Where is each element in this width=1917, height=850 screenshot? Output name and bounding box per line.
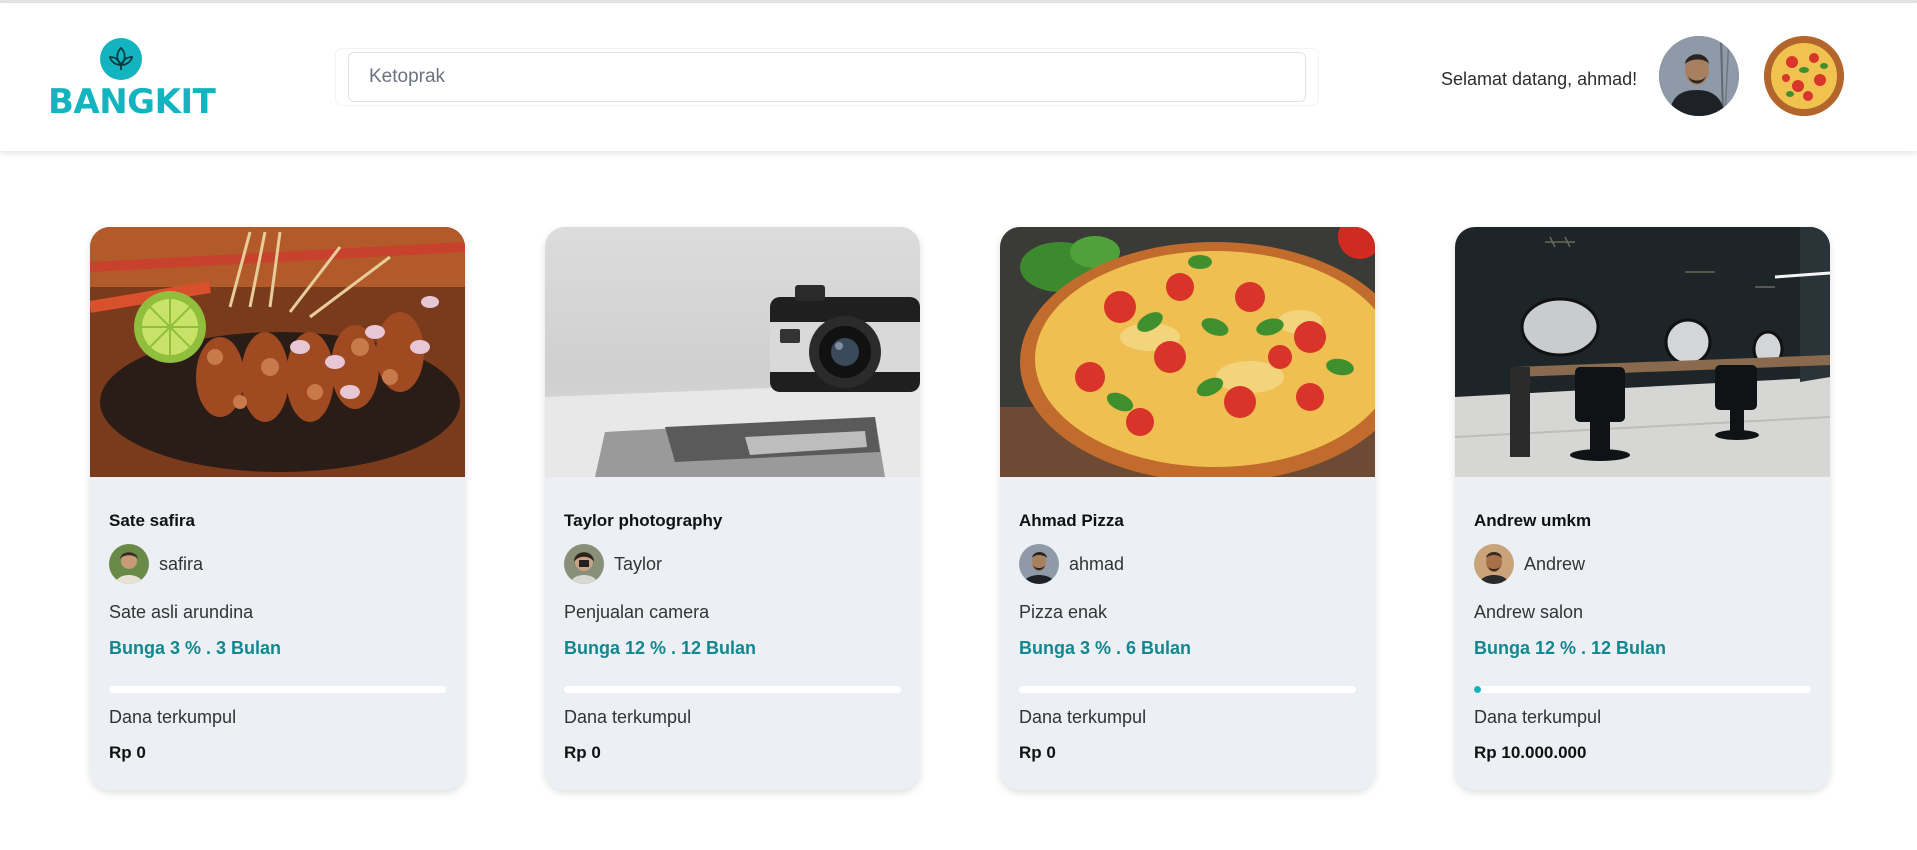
welcome-message: Selamat datang, ahmad! (1441, 69, 1638, 89)
search-bar (336, 49, 1318, 105)
brand-logo[interactable]: BANGKIT (48, 38, 216, 128)
camera-photo (545, 227, 920, 477)
card-description: Pizza enak (1019, 602, 1108, 622)
pizza-photo (1000, 227, 1375, 477)
card-title[interactable]: Ahmad Pizza (1019, 511, 1124, 531)
loan-terms: Bunga 12 % . 12 Bulan (564, 638, 757, 658)
card-title[interactable]: Andrew umkm (1474, 511, 1591, 531)
funding-progress-fill (1474, 686, 1481, 693)
funding-progress-bar (1019, 686, 1356, 693)
card-description: Andrew salon (1474, 602, 1584, 622)
loan-terms: Bunga 3 % . 6 Bulan (1019, 638, 1192, 658)
owner-name: ahmad (1069, 554, 1125, 574)
fund-label: Dana terkumpul (109, 707, 237, 727)
user-avatar[interactable] (1659, 36, 1739, 116)
owner-avatar (564, 544, 604, 584)
card-title[interactable]: Taylor photography (564, 511, 722, 531)
top-navbar: BANGKIT Selamat datang, ahmad! (0, 3, 1917, 151)
fund-value: Rp 0 (564, 743, 601, 762)
owner-name: Andrew (1524, 554, 1586, 574)
business-card[interactable]: Ahmad Pizza ahmad Pizza enak Bunga 3 % .… (1000, 227, 1375, 790)
satay-photo (90, 227, 465, 477)
search-input[interactable] (348, 52, 1306, 102)
owner-avatar (1474, 544, 1514, 584)
funding-progress-bar (109, 686, 446, 693)
owner-name: safira (159, 554, 204, 574)
fund-value: Rp 10.000.000 (1474, 743, 1587, 762)
fund-value: Rp 0 (1019, 743, 1056, 762)
owner-avatar (109, 544, 149, 584)
owner-avatar (1019, 544, 1059, 584)
brand-name: BANGKIT (48, 82, 216, 122)
pizza-avatar[interactable] (1764, 36, 1844, 116)
business-card[interactable]: Sate safira safira Sate asli arundina Bu… (90, 227, 465, 790)
fund-label: Dana terkumpul (564, 707, 692, 727)
business-card[interactable]: Andrew umkm Andrew Andrew salon Bunga 12… (1455, 227, 1830, 790)
funding-progress-bar (1474, 686, 1811, 693)
card-description: Penjualan camera (564, 602, 710, 622)
card-title[interactable]: Sate safira (109, 511, 195, 531)
owner-name: Taylor (614, 554, 663, 574)
business-card[interactable]: Taylor photography Taylor Penjualan came… (545, 227, 920, 790)
funding-progress-bar (564, 686, 901, 693)
card-description: Sate asli arundina (109, 602, 254, 622)
loan-terms: Bunga 12 % . 12 Bulan (1474, 638, 1667, 658)
fund-label: Dana terkumpul (1019, 707, 1147, 727)
fund-label: Dana terkumpul (1474, 707, 1602, 727)
loan-terms: Bunga 3 % . 3 Bulan (109, 638, 282, 658)
salon-photo (1455, 227, 1830, 477)
fund-value: Rp 0 (109, 743, 146, 762)
leaf-logo-icon (100, 38, 142, 80)
